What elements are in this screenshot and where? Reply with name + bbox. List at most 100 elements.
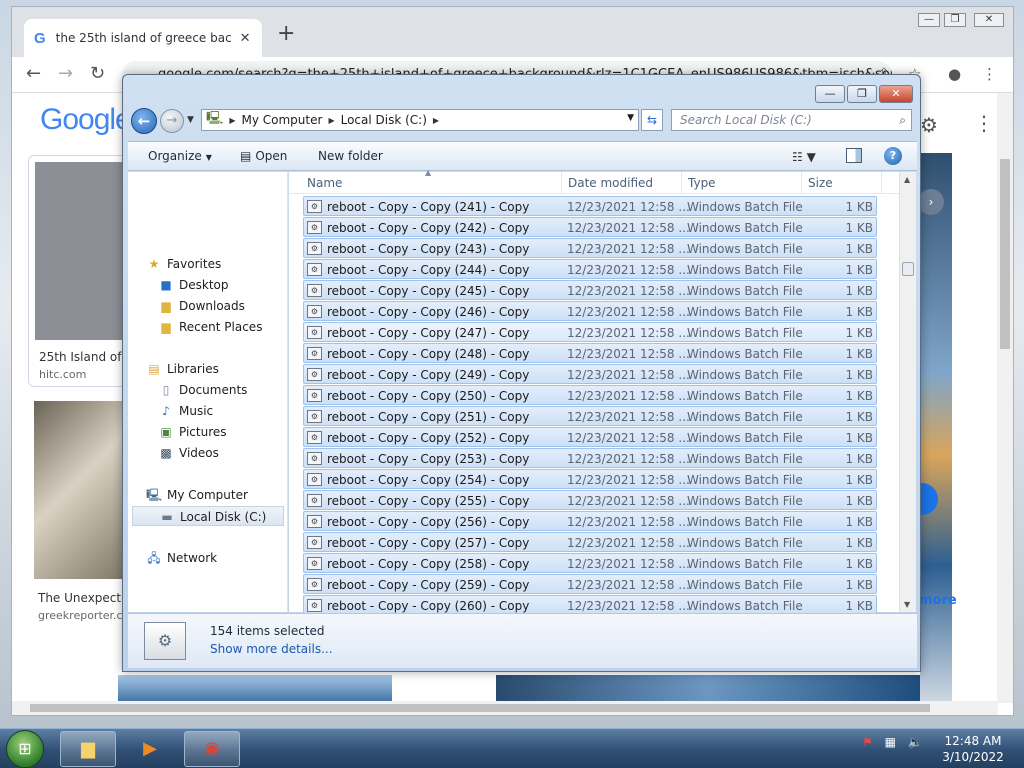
clock[interactable]: 12:48 AM 3/10/2022: [942, 733, 1004, 765]
column-divider[interactable]: [561, 172, 562, 194]
network-status-icon[interactable]: ▦: [885, 735, 896, 749]
back-arrow-icon[interactable]: ←: [26, 63, 41, 84]
file-row[interactable]: ⚙ reboot - Copy - Copy (241) - Copy 12/23/…: [303, 196, 877, 216]
tab-close-icon[interactable]: ✕: [240, 31, 251, 46]
chrome-tab[interactable]: G the 25th island of greece backgro ✕: [24, 19, 262, 57]
breadcrumb-local-disk[interactable]: Local Disk (C:): [341, 113, 427, 127]
file-row[interactable]: ⚙ reboot - Copy - Copy (245) - Copy 12/23/…: [303, 280, 877, 300]
organize-button[interactable]: Organize ▼: [148, 149, 212, 163]
breadcrumb-my-computer[interactable]: My Computer: [242, 113, 323, 127]
apps-grid-icon[interactable]: ⋮⋮: [974, 111, 998, 135]
file-row[interactable]: ⚙ reboot - Copy - Copy (257) - Copy 12/23/…: [303, 532, 877, 552]
new-folder-button[interactable]: New folder: [318, 149, 383, 163]
file-row[interactable]: ⚙ reboot - Copy - Copy (252) - Copy 12/23/…: [303, 427, 877, 447]
refresh-button[interactable]: ⇆: [641, 109, 663, 131]
file-row[interactable]: ⚙ reboot - Copy - Copy (249) - Copy 12/23/…: [303, 364, 877, 384]
chevron-down-icon: ▼: [205, 153, 212, 162]
taskbar-explorer-button[interactable]: ▆: [60, 731, 116, 767]
nav-my-computer[interactable]: 🖳 My Computer: [146, 485, 304, 505]
search-icon[interactable]: ⌕: [899, 110, 906, 130]
batch-file-icon: ⚙: [307, 389, 322, 402]
google-logo[interactable]: Google: [40, 103, 132, 137]
open-button[interactable]: ▤ Open: [240, 149, 287, 163]
reload-icon[interactable]: ↻: [90, 63, 105, 84]
file-row[interactable]: ⚙ reboot - Copy - Copy (246) - Copy 12/23/…: [303, 301, 877, 321]
settings-gear-icon[interactable]: ⚙: [920, 113, 938, 137]
close-button[interactable]: ✕: [879, 85, 913, 103]
preview-pane-icon[interactable]: [846, 148, 862, 163]
column-divider[interactable]: [881, 172, 882, 194]
chrome-scroll-thumb[interactable]: [1000, 159, 1010, 349]
search-input[interactable]: Search Local Disk (C:) ⌕: [671, 109, 912, 131]
history-dropdown-icon[interactable]: ▼: [187, 115, 194, 125]
pictures-icon: ▣: [160, 425, 172, 439]
file-row[interactable]: ⚙ reboot - Copy - Copy (251) - Copy 12/23/…: [303, 406, 877, 426]
nav-local-disk[interactable]: ▬ Local Disk (C:): [132, 506, 284, 526]
chrome-vertical-scrollbar[interactable]: [997, 93, 1013, 703]
column-date-modified[interactable]: Date modified: [568, 176, 653, 190]
address-bar[interactable]: 🖳 ▶ My Computer ▶ Local Disk (C:) ▶ ▼: [201, 109, 639, 131]
file-date-modified: 12/23/2021 12:58 ...: [567, 410, 690, 424]
nav-label: Local Disk (C:): [180, 510, 267, 524]
chrome-menu-icon[interactable]: ⋮: [982, 65, 997, 83]
file-row[interactable]: ⚙ reboot - Copy - Copy (250) - Copy 12/23/…: [303, 385, 877, 405]
column-name[interactable]: Name: [307, 176, 342, 190]
file-row[interactable]: ⚙ reboot - Copy - Copy (260) - Copy 12/23/…: [303, 595, 877, 615]
scroll-right-icon[interactable]: ›: [918, 189, 944, 215]
file-row[interactable]: ⚙ reboot - Copy - Copy (259) - Copy 12/23/…: [303, 574, 877, 594]
details-pane: ⚙ 154 items selected Show more details..…: [128, 613, 917, 668]
show-more-details-link[interactable]: Show more details...: [210, 642, 333, 656]
profile-avatar-icon[interactable]: ●: [948, 65, 961, 83]
view-options-button[interactable]: ☷ ▼: [792, 150, 816, 164]
chrome-hscroll-thumb[interactable]: [30, 704, 930, 712]
chevron-right-icon[interactable]: ▶: [229, 116, 235, 125]
file-row[interactable]: ⚙ reboot - Copy - Copy (248) - Copy 12/23/…: [303, 343, 877, 363]
file-row[interactable]: ⚙ reboot - Copy - Copy (244) - Copy 12/23/…: [303, 259, 877, 279]
file-row[interactable]: ⚙ reboot - Copy - Copy (255) - Copy 12/23/…: [303, 490, 877, 510]
column-type[interactable]: Type: [688, 176, 716, 190]
chrome-minimize-button[interactable]: —: [918, 13, 940, 27]
volume-icon[interactable]: 🔈: [908, 735, 923, 749]
help-icon[interactable]: ?: [884, 147, 902, 165]
address-dropdown-icon[interactable]: ▼: [627, 113, 634, 123]
file-size: 1 KB: [845, 263, 873, 277]
file-row[interactable]: ⚙ reboot - Copy - Copy (243) - Copy 12/23/…: [303, 238, 877, 258]
forward-button[interactable]: →: [160, 109, 184, 133]
maximize-button[interactable]: ❐: [847, 85, 877, 103]
chevron-right-icon[interactable]: ▶: [433, 116, 439, 125]
column-divider[interactable]: [681, 172, 682, 194]
file-date-modified: 12/23/2021 12:58 ...: [567, 305, 690, 319]
file-row[interactable]: ⚙ reboot - Copy - Copy (253) - Copy 12/23/…: [303, 448, 877, 468]
start-button[interactable]: ⊞: [6, 730, 44, 768]
action-center-flag-icon[interactable]: ⚑: [862, 735, 873, 749]
file-date-modified: 12/23/2021 12:58 ...: [567, 326, 690, 340]
file-row[interactable]: ⚙ reboot - Copy - Copy (256) - Copy 12/23/…: [303, 511, 877, 531]
new-tab-button[interactable]: +: [277, 23, 295, 45]
chrome-maximize-button[interactable]: ❐: [944, 13, 966, 27]
scroll-down-icon[interactable]: ▼: [904, 600, 910, 609]
taskbar-chrome-button[interactable]: ◉: [184, 731, 240, 767]
batch-file-icon: ⚙: [307, 347, 322, 360]
file-row[interactable]: ⚙ reboot - Copy - Copy (258) - Copy 12/23/…: [303, 553, 877, 573]
nav-favorites[interactable]: ★ Favorites: [146, 254, 304, 274]
more-link[interactable]: more: [919, 593, 957, 608]
nav-libraries[interactable]: ▤ Libraries: [146, 359, 304, 379]
file-date-modified: 12/23/2021 12:58 ...: [567, 242, 690, 256]
chevron-right-icon[interactable]: ▶: [328, 116, 334, 125]
batch-file-icon: ⚙: [307, 326, 322, 339]
column-divider[interactable]: [801, 172, 802, 194]
file-row[interactable]: ⚙ reboot - Copy - Copy (247) - Copy 12/23/…: [303, 322, 877, 342]
chrome-horizontal-scrollbar[interactable]: [12, 701, 998, 715]
scroll-thumb[interactable]: [902, 262, 914, 276]
nav-network[interactable]: 🖧 Network: [146, 548, 304, 568]
taskbar-media-player-button[interactable]: ▶: [122, 731, 178, 767]
forward-arrow-icon[interactable]: →: [58, 63, 73, 84]
scroll-up-icon[interactable]: ▲: [904, 175, 910, 184]
file-row[interactable]: ⚙ reboot - Copy - Copy (254) - Copy 12/23/…: [303, 469, 877, 489]
column-size[interactable]: Size: [808, 176, 833, 190]
vertical-scrollbar[interactable]: ▲ ▼: [899, 172, 916, 612]
file-row[interactable]: ⚙ reboot - Copy - Copy (242) - Copy 12/23/…: [303, 217, 877, 237]
chrome-close-button[interactable]: ✕: [974, 13, 1004, 27]
back-button[interactable]: ←: [131, 108, 157, 134]
minimize-button[interactable]: —: [815, 85, 845, 103]
